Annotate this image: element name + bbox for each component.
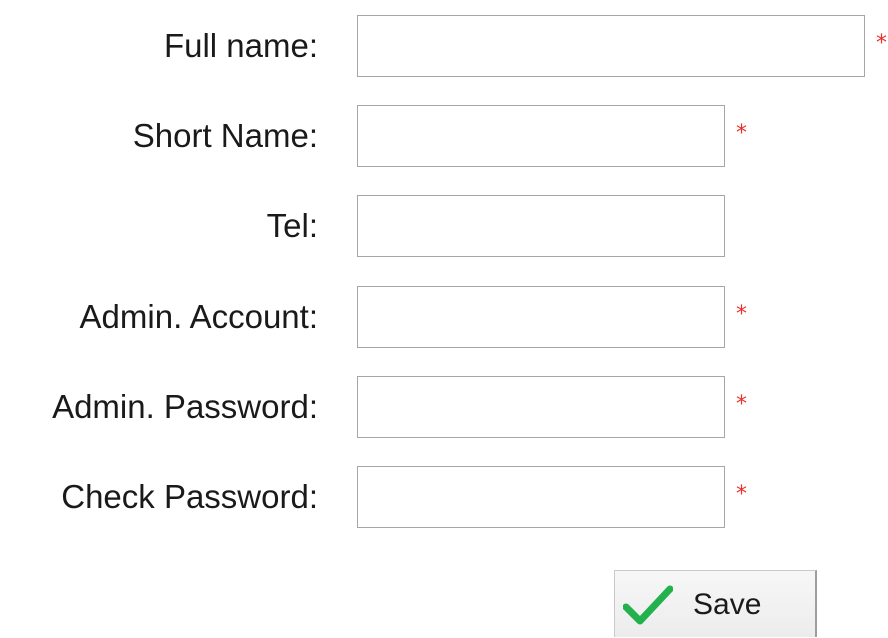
tel-label: Tel:: [266, 207, 318, 244]
check-password-input[interactable]: [357, 466, 725, 528]
admin-account-label: Admin. Account:: [79, 298, 318, 335]
admin-password-input[interactable]: [357, 376, 725, 438]
required-mark: *: [736, 302, 747, 327]
short-name-row: Short Name: *: [0, 105, 888, 167]
required-mark: *: [876, 31, 887, 56]
required-mark: *: [736, 482, 747, 507]
full-name-row: Full name: *: [0, 15, 888, 77]
full-name-label: Full name:: [163, 27, 318, 64]
short-name-label: Short Name:: [132, 117, 318, 154]
short-name-input[interactable]: [357, 105, 725, 167]
required-mark: *: [736, 392, 747, 417]
tel-row: Tel:: [0, 195, 888, 257]
tel-input[interactable]: [357, 195, 725, 257]
organization-form: Full name: * Short Name: * Tel: Admin. A…: [0, 0, 888, 637]
check-password-label: Check Password:: [61, 478, 318, 515]
full-name-input[interactable]: [357, 15, 865, 77]
required-mark: *: [736, 121, 747, 146]
admin-account-row: Admin. Account: *: [0, 286, 888, 348]
save-label: Save: [693, 588, 762, 621]
admin-password-label: Admin. Password:: [52, 388, 318, 425]
admin-account-input[interactable]: [357, 286, 725, 348]
check-password-row: Check Password: *: [0, 466, 888, 528]
save-button[interactable]: Save: [614, 570, 817, 637]
admin-password-row: Admin. Password: *: [0, 376, 888, 438]
check-icon: [622, 585, 674, 625]
